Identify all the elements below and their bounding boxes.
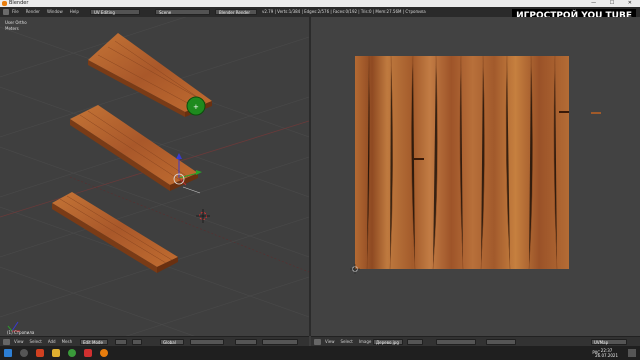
menu-image[interactable]: Image [359, 337, 372, 346]
image-pin-button[interactable] [407, 339, 423, 345]
wood-texture-image [355, 55, 569, 270]
editor-type-icon[interactable] [3, 9, 9, 15]
menu-uv-select[interactable]: Select [341, 337, 353, 346]
3d-header-menu: View Select Add Mesh [14, 337, 72, 346]
windows-taskbar: РУС 22:37 26.07.2021 [0, 346, 640, 360]
layers-button[interactable] [190, 339, 224, 345]
menu-window[interactable]: Window [47, 7, 63, 17]
clock[interactable]: 22:37 26.07.2021 [595, 348, 618, 358]
window-title: Blender [9, 0, 29, 6]
blender-logo-icon [2, 1, 7, 6]
selected-edge [182, 186, 201, 194]
menu-view[interactable]: View [14, 337, 24, 346]
menu-help[interactable]: Help [70, 7, 79, 17]
wood-plank-middle[interactable] [70, 105, 198, 191]
media-icon[interactable] [84, 349, 92, 357]
image-name-field[interactable]: Дерево.jpg [373, 339, 403, 345]
render-engine-select[interactable]: Blender Render [215, 9, 257, 15]
uv-sync-buttons[interactable] [436, 339, 476, 345]
search-icon[interactable] [20, 349, 28, 357]
menu-file[interactable]: File [12, 7, 19, 17]
shading-button[interactable] [115, 339, 127, 345]
file-explorer-icon[interactable] [52, 349, 60, 357]
scene-stats: v2.79 | Verts:1/384 | Edges:2/576 | Face… [262, 9, 426, 14]
snap-button[interactable] [262, 339, 298, 345]
window-controls[interactable]: — ☐ ✕ [591, 0, 638, 7]
uv-image-editor[interactable] [311, 17, 640, 336]
start-windows-icon[interactable] [4, 349, 12, 357]
pivot-button[interactable] [132, 339, 142, 345]
menu-render[interactable]: Render [26, 7, 40, 17]
cursor-plus-icon: + [193, 103, 199, 111]
sticky-select-button[interactable] [486, 339, 516, 345]
viewport-canvas: + [0, 17, 309, 336]
menu-uv-view[interactable]: View [325, 337, 335, 346]
blender-taskbar-icon[interactable] [100, 349, 108, 357]
app-icon[interactable] [36, 349, 44, 357]
active-object-label: (1) Стропила [7, 330, 35, 335]
editor-type-3d-icon[interactable] [3, 339, 10, 345]
menu-mesh[interactable]: Mesh [62, 337, 73, 346]
chrome-icon[interactable] [68, 349, 76, 357]
scene-select[interactable]: Scene [155, 9, 210, 15]
layout-select[interactable]: UV Editing [90, 9, 140, 15]
menu-add[interactable]: Add [48, 337, 56, 346]
mode-select[interactable]: Edit Mode [80, 339, 108, 345]
menu-select[interactable]: Select [30, 337, 42, 346]
info-menu: File Render Window Help [12, 7, 79, 17]
proportional-edit-button[interactable] [235, 339, 257, 345]
uv-map-select[interactable]: UVMap [591, 339, 627, 345]
orientation-select[interactable]: Global [160, 339, 184, 345]
editor-type-uv-icon[interactable] [314, 339, 321, 345]
clock-date: 26.07.2021 [595, 353, 618, 358]
uv-canvas [350, 55, 601, 274]
window-titlebar: Blender — ☐ ✕ [0, 0, 640, 7]
notifications-icon[interactable] [628, 349, 636, 357]
3d-viewport[interactable]: User Ortho Meters + (1) Стропила [0, 17, 309, 336]
